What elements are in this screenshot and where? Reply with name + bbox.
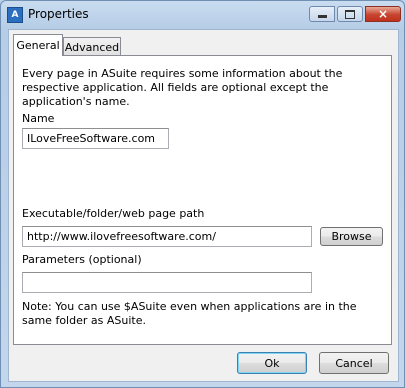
properties-window: A Properties × General Advanced Every pa… xyxy=(0,0,405,388)
tab-general[interactable]: General xyxy=(13,34,63,56)
path-label: Executable/folder/web page path xyxy=(22,207,205,220)
name-label: Name xyxy=(22,112,55,125)
tab-advanced-label: Advanced xyxy=(64,40,120,54)
ok-button-label: Ok xyxy=(264,356,280,370)
window-title: Properties xyxy=(28,7,89,21)
app-icon: A xyxy=(7,7,23,23)
tab-general-label: General xyxy=(16,39,60,52)
maximize-button[interactable] xyxy=(337,6,363,22)
close-icon: × xyxy=(377,7,389,21)
note-text: Note: You can use $ASuite even when appl… xyxy=(22,300,357,327)
parameters-field[interactable] xyxy=(22,272,312,293)
browse-button[interactable]: Browse xyxy=(320,227,383,246)
tab-advanced[interactable]: Advanced xyxy=(63,37,121,56)
general-tab-panel: Every page in ASuite requires some infor… xyxy=(13,55,392,345)
title-bar[interactable]: A Properties × xyxy=(1,1,404,29)
cancel-button[interactable]: Cancel xyxy=(319,352,389,374)
name-field[interactable]: ILoveFreeSoftware.com xyxy=(22,128,169,149)
path-field[interactable]: http://www.ilovefreesoftware.com/ xyxy=(22,226,312,247)
maximize-icon xyxy=(345,9,355,19)
description-text: Every page in ASuite requires some infor… xyxy=(22,67,343,108)
ok-button[interactable]: Ok xyxy=(237,352,307,374)
minimize-button[interactable] xyxy=(309,6,335,22)
close-button[interactable]: × xyxy=(365,6,401,22)
minimize-icon xyxy=(317,15,327,18)
parameters-label: Parameters (optional) xyxy=(22,253,142,266)
cancel-button-label: Cancel xyxy=(335,356,373,370)
browse-button-label: Browse xyxy=(331,230,372,243)
dialog-client-area: General Advanced Every page in ASuite re… xyxy=(8,29,399,382)
